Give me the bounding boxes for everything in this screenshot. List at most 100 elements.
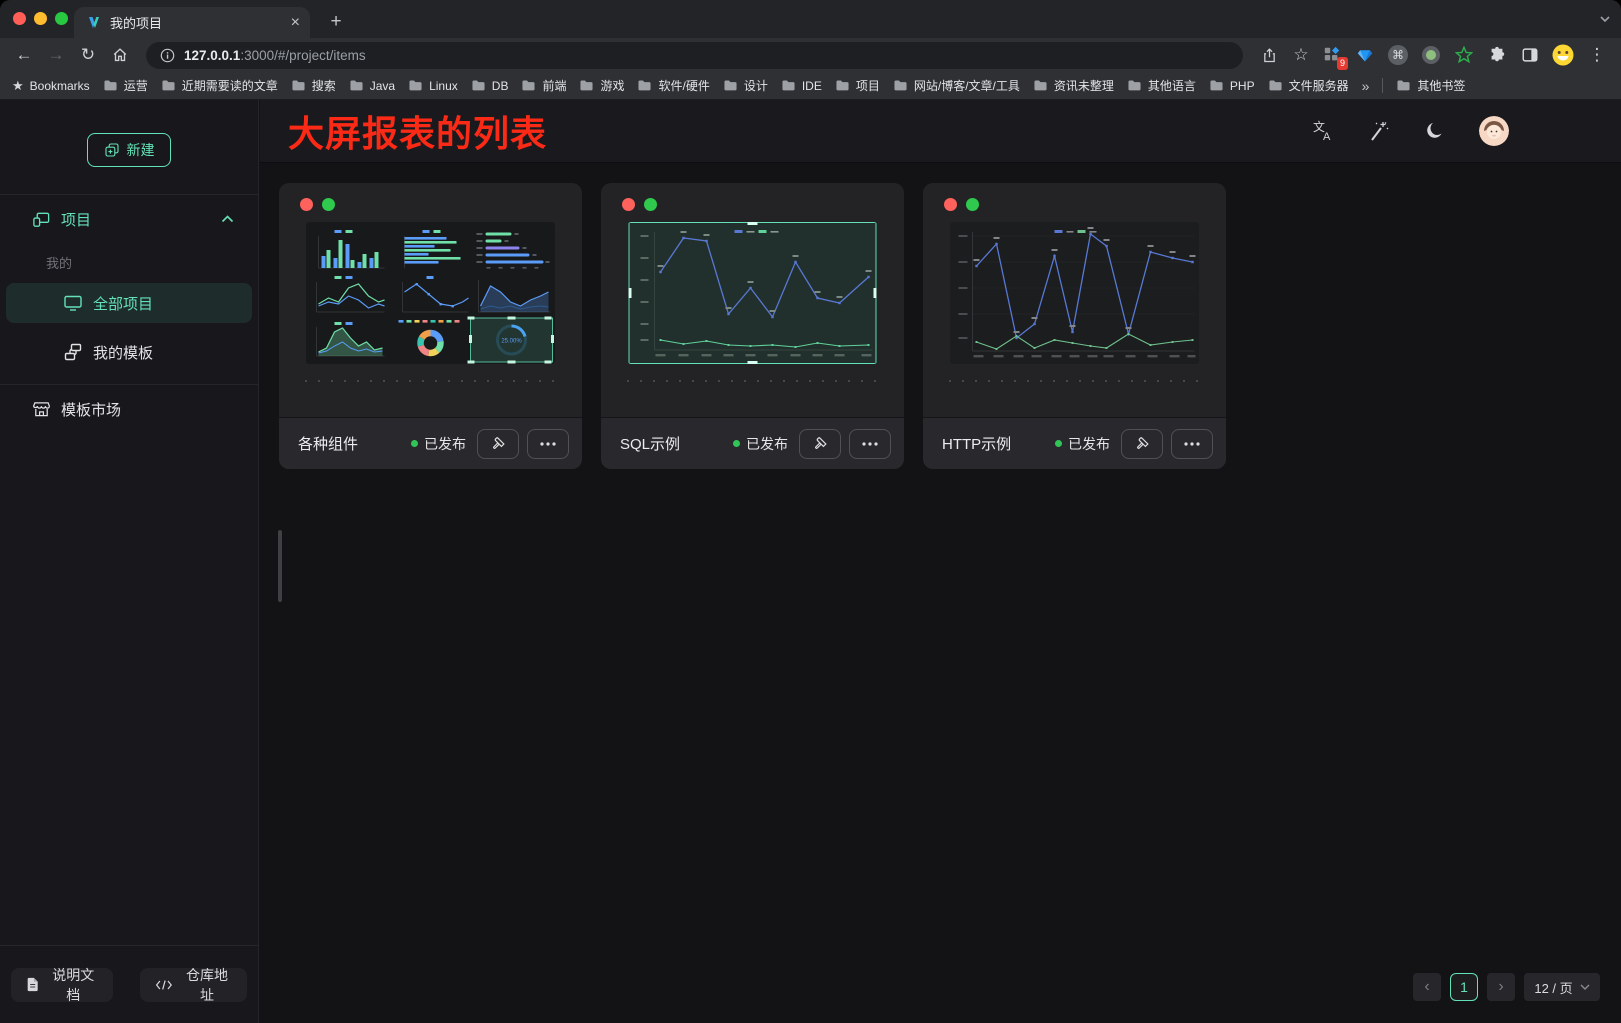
bookmark-folder[interactable]: 软件/硬件 [637,77,709,94]
bookmark-folder[interactable]: 文件服务器 [1268,77,1349,94]
bookmark-star-icon[interactable]: ☆ [1287,41,1315,69]
ellipsis-icon [540,442,556,446]
bookmark-folder[interactable]: 其他语言 [1127,77,1196,94]
dark-mode-moon-icon[interactable] [1423,119,1447,143]
window-close-button[interactable] [13,12,26,25]
tab-close-icon[interactable]: × [291,15,300,31]
bookmarks-bar: ★ Bookmarks 运营 近期需要读的文章 搜索 Java Linux [0,72,1621,100]
user-avatar[interactable] [1479,116,1509,146]
repo-button[interactable]: 仓库地址 [140,968,247,1002]
extension-gem-icon[interactable] [1352,42,1378,68]
copy-plus-icon [104,142,120,158]
window-zoom-button[interactable] [55,12,68,25]
folder-icon [835,79,850,92]
scrollbar-thumb[interactable] [278,530,282,602]
bookmark-label: 设计 [744,77,768,94]
project-title: SQL示例 [620,433,733,454]
new-project-button[interactable]: 新建 [87,133,171,167]
bookmark-folder[interactable]: DB [471,77,509,94]
bookmark-folder[interactable]: PHP [1209,77,1255,94]
bookmark-folder[interactable]: Linux [408,77,458,94]
forward-icon[interactable]: → [42,41,70,69]
home-icon[interactable] [106,41,134,69]
extension-grid-icon[interactable]: 9 [1319,42,1345,68]
card-dots [923,183,1226,211]
publish-status: 已发布 [733,434,788,454]
folder-icon [471,79,486,92]
goview-app: 新建 项目 我的 全部项目 [0,100,1621,1023]
project-card[interactable]: 25.00% 各种组件 已发布 [279,183,582,469]
edit-project-button[interactable] [799,429,841,459]
green-dot [322,198,335,211]
bookmarks-overflow-chevron[interactable]: » [1362,78,1370,94]
folder-icon [1396,79,1411,92]
extension-record-icon[interactable] [1418,42,1444,68]
magic-wand-icon[interactable] [1367,119,1391,143]
sidebar-group-my: 我的 [0,245,258,279]
prev-page-button[interactable]: ‹ [1413,973,1441,1001]
edit-project-button[interactable] [1121,429,1163,459]
sidebar-item-my-templates[interactable]: 我的模板 [0,332,258,372]
sidebar-item-template-market[interactable]: 模板市场 [0,387,258,431]
bookmark-folder[interactable]: 运营 [103,77,148,94]
new-project-label: 新建 [127,140,155,160]
browser-tab[interactable]: 我的项目 × [74,7,310,38]
green-dot [966,198,979,211]
reload-icon[interactable]: ↻ [74,41,102,69]
more-options-button[interactable] [849,429,891,459]
bookmark-folder[interactable]: IDE [781,77,822,94]
next-page-button[interactable]: › [1487,973,1515,1001]
bookmark-folder[interactable]: 网站/博客/文章/工具 [893,77,1020,94]
extension-command-icon[interactable]: ⌘ [1385,42,1411,68]
folder-icon [161,79,176,92]
new-tab-button[interactable]: + [322,8,350,36]
side-panel-icon[interactable] [1517,42,1543,68]
folder-icon [893,79,908,92]
card-footer: HTTP示例 已发布 [923,417,1226,469]
browser-menu-icon[interactable]: ⋮ [1583,41,1611,69]
profile-avatar-icon[interactable] [1550,42,1576,68]
back-icon[interactable]: ← [10,41,38,69]
project-title: 各种组件 [298,433,411,454]
current-page-button[interactable]: 1 [1450,973,1478,1001]
project-card[interactable]: HTTP示例 已发布 [923,183,1226,469]
sidebar-item-projects[interactable]: 项目 [0,195,258,243]
project-thumbnail [950,222,1199,364]
repo-label: 仓库地址 [182,965,232,1005]
project-thumbnail: 25.00% [306,222,555,364]
extension-star-icon[interactable] [1451,42,1477,68]
bookmarks-manager[interactable]: ★ Bookmarks [12,78,90,94]
docs-button[interactable]: 说明文档 [11,968,113,1002]
page-size-select[interactable]: 12 / 页 [1524,973,1600,1001]
red-dot [300,198,313,211]
edit-project-button[interactable] [477,429,519,459]
status-dot [733,440,740,447]
bookmark-folder[interactable]: 项目 [835,77,880,94]
share-icon[interactable] [1255,41,1283,69]
other-bookmarks-folder[interactable]: 其他书签 [1396,77,1465,94]
bookmark-folder[interactable]: 前端 [521,77,566,94]
extensions-puzzle-icon[interactable] [1484,42,1510,68]
site-info-icon[interactable] [160,48,175,63]
folder-icon [781,79,796,92]
more-options-button[interactable] [527,429,569,459]
window-minimize-button[interactable] [34,12,47,25]
bookmark-folder[interactable]: 近期需要读的文章 [161,77,278,94]
tab-search-chevron-icon[interactable] [1599,10,1611,28]
url-text: 127.0.0.1:3000/#/project/items [184,48,366,63]
folder-icon [579,79,594,92]
bookmark-folder[interactable]: Java [349,77,395,94]
pagination: ‹ 1 › 12 / 页 [1413,973,1600,1001]
code-icon [155,978,173,992]
dotted-separator [627,380,878,382]
bookmark-folder[interactable]: 游戏 [579,77,624,94]
more-options-button[interactable] [1171,429,1213,459]
address-bar[interactable]: 127.0.0.1:3000/#/project/items [146,42,1243,69]
project-card[interactable]: SQL示例 已发布 [601,183,904,469]
sidebar-item-all-projects[interactable]: 全部项目 [6,283,252,323]
bookmark-folder[interactable]: 资讯未整理 [1033,77,1114,94]
bookmark-folder[interactable]: 搜索 [291,77,336,94]
sidebar: 新建 项目 我的 全部项目 [0,100,259,1023]
bookmark-folder[interactable]: 设计 [723,77,768,94]
language-icon[interactable]: 文 A [1311,119,1335,143]
